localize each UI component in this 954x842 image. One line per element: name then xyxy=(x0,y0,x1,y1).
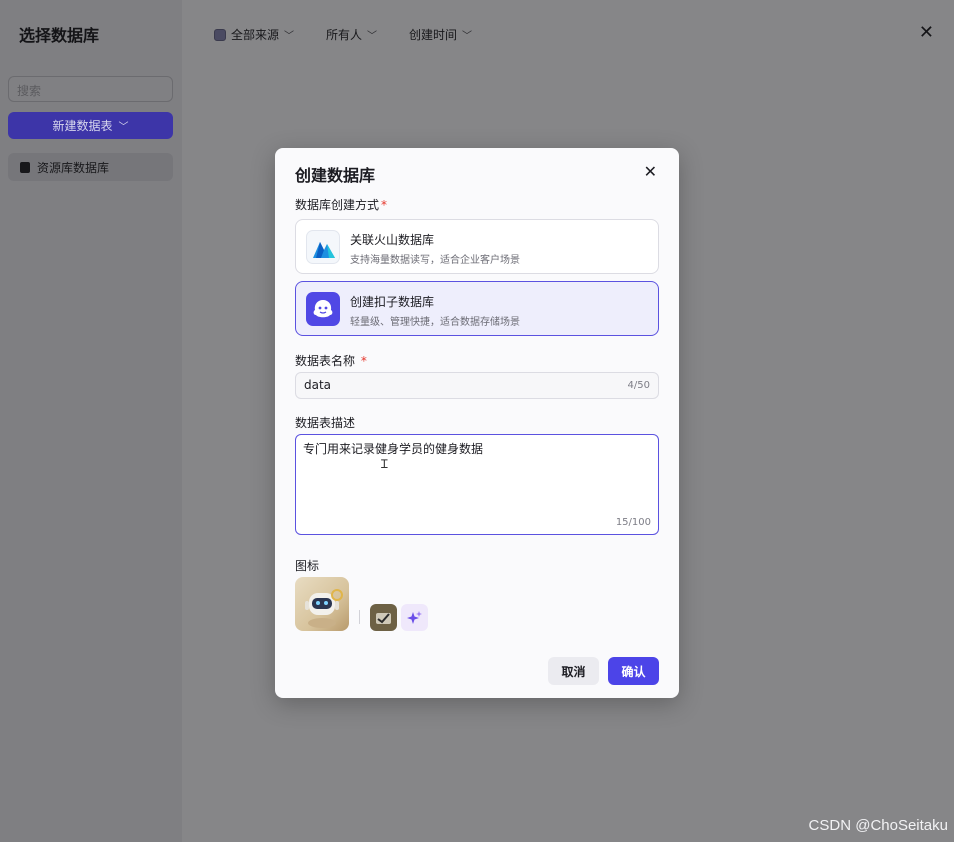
filter-created-time[interactable]: 创建时间 ﹀ xyxy=(409,26,472,43)
close-icon[interactable]: ✕ xyxy=(644,162,657,181)
divider xyxy=(359,610,360,624)
name-char-count: 4/50 xyxy=(627,380,650,391)
filter-source[interactable]: 全部来源 ﹀ xyxy=(214,26,294,43)
page-title: 选择数据库 xyxy=(19,26,100,45)
watermark: CSDN @ChoSeitaku xyxy=(808,817,948,834)
filter-source-label: 全部来源 xyxy=(231,28,280,42)
robot-avatar-icon[interactable] xyxy=(295,577,349,631)
chevron-down-icon: ﹀ xyxy=(367,31,378,42)
coze-icon xyxy=(306,292,340,326)
option-coze-db[interactable]: 创建扣子数据库 轻量级、管理快捷，适合数据存储场景 xyxy=(295,281,659,336)
text-cursor-icon: Ɪ xyxy=(381,457,388,471)
option-title: 关联火山数据库 xyxy=(350,233,435,247)
chevron-down-icon: ﹀ xyxy=(118,122,129,133)
dialog-title: 创建数据库 xyxy=(295,166,376,185)
required-mark: * xyxy=(360,354,367,368)
volcano-icon xyxy=(306,230,340,264)
chevron-down-icon: ﹀ xyxy=(284,31,295,42)
icon-label: 图标 xyxy=(295,559,320,573)
desc-label: 数据表描述 xyxy=(295,416,356,430)
database-icon xyxy=(20,161,30,173)
sidebar: 选择数据库 搜索 新建数据表 ﹀ 资源库数据库 xyxy=(0,0,182,842)
option-title: 创建扣子数据库 xyxy=(350,295,435,309)
filter-bar: 全部来源 ﹀ 所有人 ﹀ 创建时间 ﹀ xyxy=(214,26,472,43)
table-name-input[interactable]: data 4/50 xyxy=(295,372,659,399)
filter-time-label: 创建时间 xyxy=(409,28,458,42)
table-name-value: data xyxy=(304,378,332,392)
required-mark: * xyxy=(381,198,388,212)
ai-generate-icon[interactable] xyxy=(401,604,428,631)
cancel-button[interactable]: 取消 xyxy=(548,657,599,685)
table-desc-textarea[interactable]: 专门用来记录健身学员的健身数据 Ɪ 15/100 xyxy=(295,434,659,535)
sidebar-item-label: 资源库数据库 xyxy=(37,160,110,175)
new-table-button[interactable]: 新建数据表 ﹀ xyxy=(8,112,173,139)
search-input[interactable]: 搜索 xyxy=(8,76,173,102)
option-volcano-db[interactable]: 关联火山数据库 支持海量数据读写，适合企业客户场景 xyxy=(295,219,659,274)
option-desc: 支持海量数据读写，适合企业客户场景 xyxy=(350,255,520,266)
chevron-down-icon: ﹀ xyxy=(462,31,473,42)
confirm-button[interactable]: 确认 xyxy=(608,657,659,685)
create-database-dialog: 创建数据库 ✕ 数据库创建方式 * 关联火山数据库 支持海量数据读写，适合企业客户… xyxy=(275,148,679,698)
name-label: 数据表名称 * xyxy=(295,354,367,368)
photo-icon[interactable] xyxy=(370,604,397,631)
new-table-label: 新建数据表 xyxy=(52,119,113,133)
method-label: 数据库创建方式 * xyxy=(295,198,388,212)
close-icon[interactable]: ✕ xyxy=(919,22,934,43)
filter-owner[interactable]: 所有人 ﹀ xyxy=(326,26,377,43)
source-icon xyxy=(214,28,226,41)
filter-owner-label: 所有人 xyxy=(326,28,363,42)
sidebar-item-resource-db[interactable]: 资源库数据库 xyxy=(8,153,173,181)
desc-char-count: 15/100 xyxy=(615,517,651,528)
table-desc-value: 专门用来记录健身学员的健身数据 xyxy=(303,442,484,456)
option-desc: 轻量级、管理快捷，适合数据存储场景 xyxy=(350,317,520,328)
